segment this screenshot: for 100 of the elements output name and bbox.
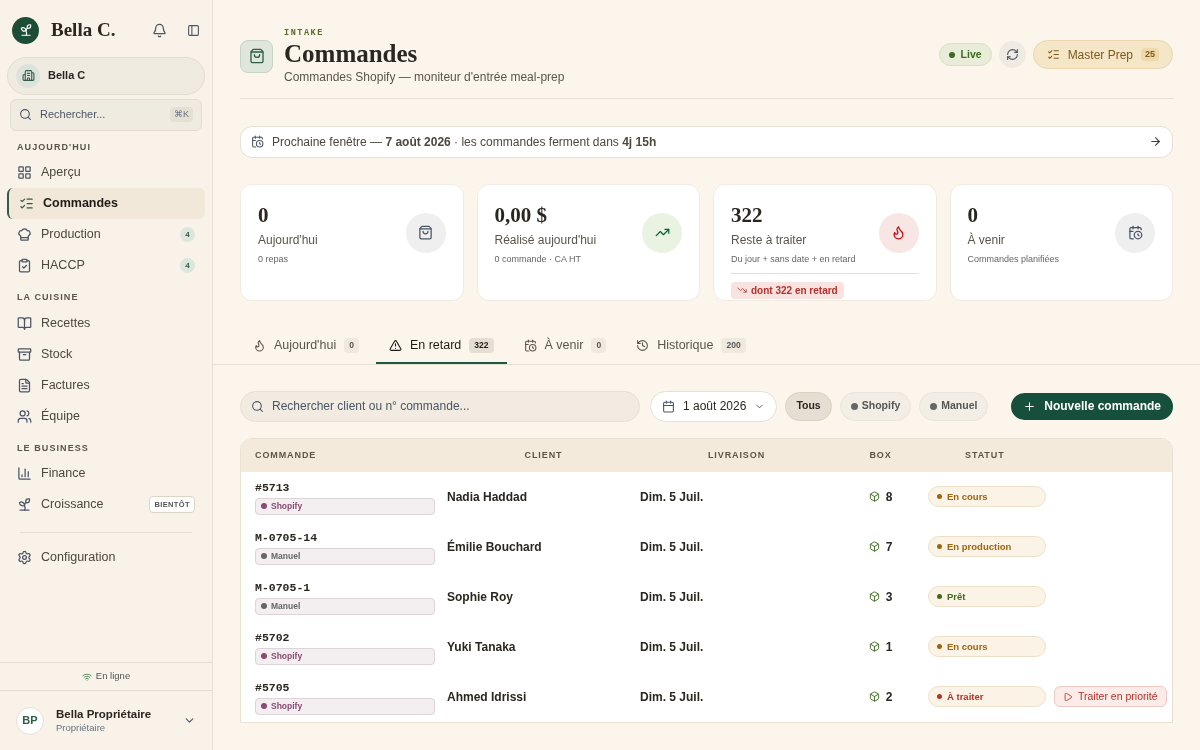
trend-down-icon <box>737 285 747 296</box>
nav-item[interactable]: Configuration <box>7 542 205 573</box>
settings-icon <box>17 550 32 565</box>
stat-caption: Commandes planifiées <box>967 252 1061 266</box>
new-order-button[interactable]: Nouvelle commande <box>1011 392 1173 420</box>
tab[interactable]: Aujourd'hui 0 <box>240 328 372 364</box>
delivery-date: Dim. 5 Juil. <box>640 538 705 556</box>
box-icon <box>868 641 880 653</box>
search-field[interactable]: Rechercher... ⌘K <box>10 98 202 131</box>
master-prep-button[interactable]: Master Prep 25 <box>1032 40 1173 69</box>
box-count: 7 <box>885 538 893 556</box>
live-indicator: Live <box>938 43 992 66</box>
column-header: COMMANDE <box>255 448 318 462</box>
refresh-icon <box>1005 48 1019 61</box>
date-picker[interactable]: 1 août 2026 <box>650 390 778 422</box>
stat-caption: 0 commande · CA HT <box>494 252 583 266</box>
nav-item[interactable]: Finance <box>7 458 205 489</box>
nav-item[interactable]: Équipe <box>7 400 205 432</box>
eyebrow-label: INTAKE <box>284 27 325 40</box>
table-row[interactable]: #5702 Shopify Yuki Tanaka Dim. 5 Juil. 1 En cours <box>241 621 1172 672</box>
refresh-button[interactable] <box>998 41 1026 68</box>
column-header: BOX <box>868 448 893 462</box>
search-field[interactable]: Rechercher client ou n° commande... <box>240 390 640 422</box>
building-icon <box>16 63 40 88</box>
section-heading: AUJOURD'HUI <box>16 140 93 154</box>
search-icon <box>251 399 264 413</box>
filter-chip[interactable]: Shopify <box>839 391 912 421</box>
shortcut-hint: ⌘K <box>170 106 193 123</box>
box-icon <box>868 591 880 603</box>
count-badge: 0 <box>344 337 359 353</box>
plus-icon <box>1023 399 1037 413</box>
tab[interactable]: Historique 200 <box>623 328 759 364</box>
warning-icon <box>388 338 402 352</box>
source-tag: Manuel <box>255 547 435 565</box>
status-badge: En production <box>928 536 1046 558</box>
nav-item[interactable]: Factures <box>7 369 205 401</box>
stat-caption: 0 repas <box>258 252 290 266</box>
source-tag: Shopify <box>255 647 435 665</box>
column-header: CLIENT <box>523 448 564 462</box>
source-tag: Shopify <box>255 497 435 515</box>
table-row[interactable]: M-0705-14 Manuel Émilie Bouchard Dim. 5 Juil. 7 En production <box>241 521 1172 572</box>
stat-label: Reste à traiter <box>731 231 808 249</box>
workspace-selector[interactable]: Bella C <box>7 56 205 95</box>
banner-text: Prochaine fenêtre — 7 août 2026 · les commandes ferment dans 4j 15h <box>272 133 657 151</box>
count-badge: 200 <box>721 337 746 353</box>
count-badge: 322 <box>469 337 494 353</box>
delivery-date: Dim. 5 Juil. <box>640 638 705 656</box>
nav-item[interactable]: Production 4 <box>7 219 205 250</box>
play-icon <box>1063 691 1073 702</box>
table-row[interactable]: #5713 Shopify Nadia Haddad Dim. 5 Juil. 8 En cours <box>241 471 1172 522</box>
sprout-icon <box>17 497 32 512</box>
column-header: LIVRAISON <box>706 448 767 462</box>
status-badge: En cours <box>928 486 1046 508</box>
nav-item[interactable]: Stock <box>7 338 205 370</box>
table-row[interactable]: #5705 Shopify Ahmed Idrissi Dim. 5 Juil. 2 À traiter Traiter en priorité <box>241 671 1172 722</box>
tab[interactable]: En retard 322 <box>375 328 507 364</box>
table-row[interactable]: M-0705-1 Manuel Sophie Roy Dim. 5 Juil. 3 Prêt <box>241 571 1172 622</box>
bell-icon[interactable] <box>152 22 167 38</box>
nav-item[interactable]: Recettes <box>7 307 205 339</box>
nav-item[interactable]: HACCP 4 <box>7 250 205 281</box>
client-name: Ahmed Idrissi <box>447 688 528 706</box>
status-badge: En cours <box>928 636 1046 658</box>
section-heading: LE BUSINESS <box>16 441 90 455</box>
box-count: 2 <box>885 688 893 706</box>
page-title: Commandes <box>284 39 419 68</box>
source-tag: Shopify <box>255 697 435 715</box>
logo-icon <box>12 16 39 44</box>
tab[interactable]: À venir 0 <box>510 328 620 364</box>
order-id: #5713 <box>255 479 291 496</box>
source-tag: Manuel <box>255 597 435 615</box>
user-role: Propriétaire <box>56 721 107 734</box>
stat-label: Réalisé aujourd'hui <box>494 231 598 249</box>
chef-hat-icon <box>17 227 32 242</box>
stat-value: 0,00 $ <box>494 201 548 228</box>
nav-item[interactable]: Aperçu <box>7 157 205 188</box>
page-subtitle: Commandes Shopify — moniteur d'entrée meal-prep <box>284 68 565 86</box>
history-icon <box>636 338 650 352</box>
panel-toggle-icon[interactable] <box>187 23 200 37</box>
count-badge: 4 <box>180 258 195 273</box>
count-badge: 4 <box>180 227 195 242</box>
box-count: 3 <box>885 588 893 606</box>
nav-item[interactable]: Commandes <box>7 188 205 219</box>
section-heading: LA CUISINE <box>16 291 80 304</box>
filter-chip[interactable]: Tous <box>785 391 832 421</box>
brand-name: Bella C. <box>51 18 116 42</box>
shopping-bag-icon <box>240 39 273 73</box>
next-window-banner[interactable]: Prochaine fenêtre — 7 août 2026 · les commandes ferment dans 4j 15h <box>240 125 1173 158</box>
calendar-clock-icon <box>251 135 264 149</box>
wifi-icon <box>81 671 92 682</box>
client-name: Nadia Haddad <box>447 488 528 506</box>
connection-status: En ligne <box>95 669 131 684</box>
stat-caption: Du jour + sans date + en retard <box>731 252 857 266</box>
archive-icon <box>17 346 32 362</box>
count-badge: 0 <box>591 337 607 353</box>
delivery-date: Dim. 5 Juil. <box>640 488 705 506</box>
filter-chip[interactable]: Manuel <box>919 391 989 421</box>
box-count: 1 <box>885 638 893 656</box>
order-id: M-0705-14 <box>255 529 319 546</box>
grid-icon <box>17 165 32 180</box>
priority-button[interactable]: Traiter en priorité <box>1054 686 1167 708</box>
